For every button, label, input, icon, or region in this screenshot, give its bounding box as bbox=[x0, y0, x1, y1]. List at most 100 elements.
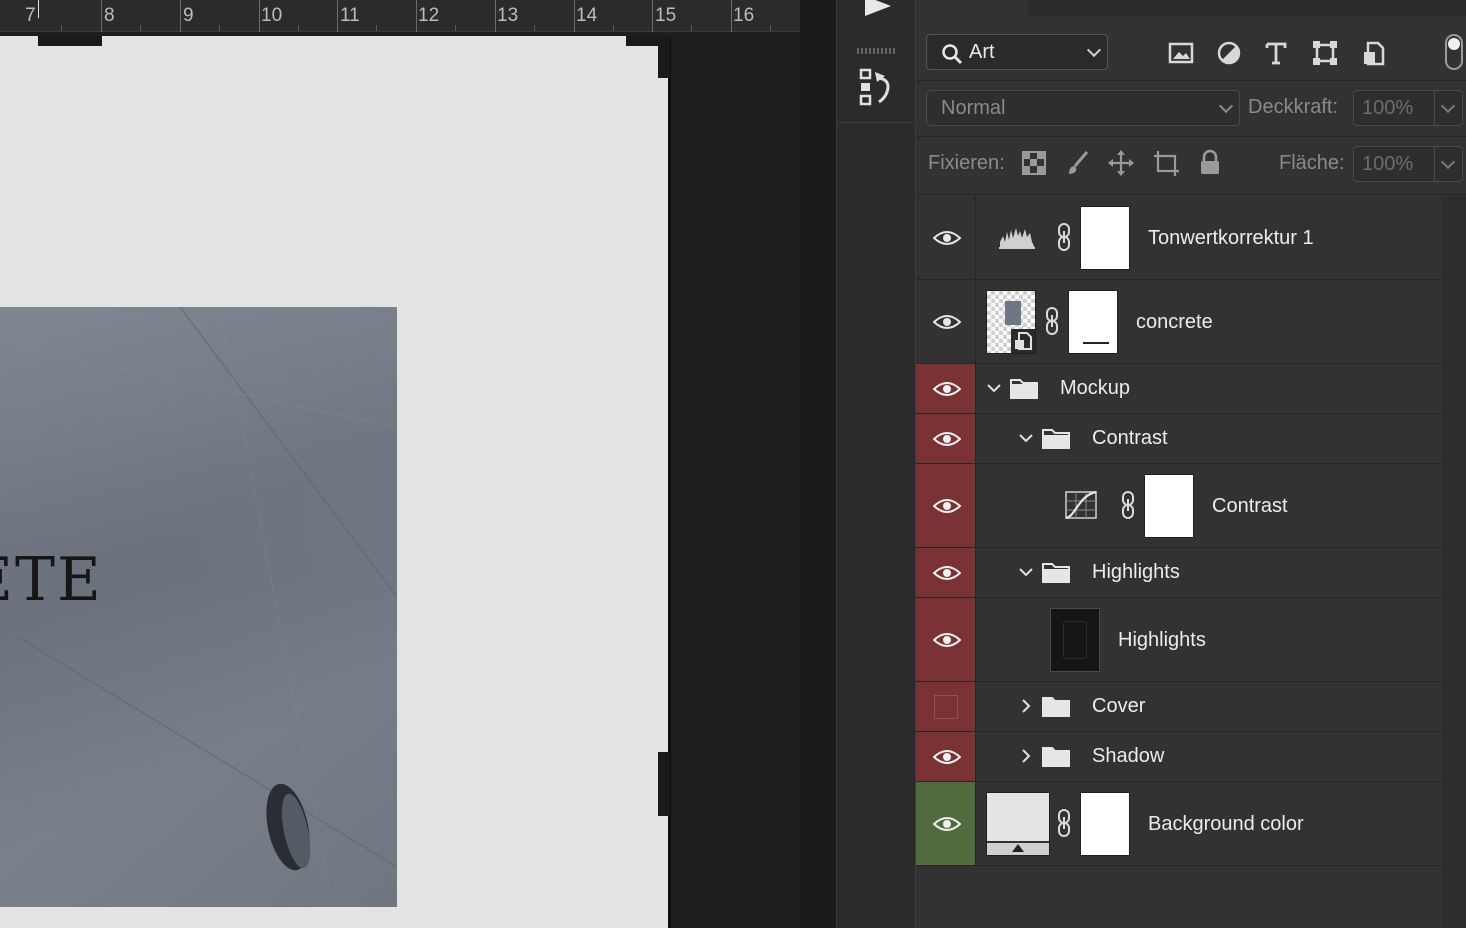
smart-object-thumbnail[interactable] bbox=[986, 290, 1036, 354]
layer-name[interactable]: Highlights bbox=[1092, 561, 1180, 584]
layer-mask-thumbnail[interactable] bbox=[1080, 792, 1130, 856]
transform-handle[interactable] bbox=[38, 36, 102, 46]
lock-all-icon[interactable] bbox=[1195, 148, 1225, 178]
play-icon[interactable] bbox=[861, 0, 893, 22]
divider bbox=[916, 136, 1466, 137]
ruler-tick bbox=[337, 0, 338, 32]
layers-scrollbar[interactable] bbox=[1442, 196, 1466, 928]
layer-group-row[interactable]: Mockup bbox=[916, 364, 1442, 414]
layer-row[interactable]: Contrast bbox=[916, 464, 1442, 548]
fill-dropdown[interactable] bbox=[1435, 146, 1463, 182]
layer-name[interactable]: Shadow bbox=[1092, 745, 1164, 768]
layer-name[interactable]: Cover bbox=[1092, 695, 1145, 718]
link-icon[interactable] bbox=[1043, 306, 1061, 336]
layer-name[interactable]: Contrast bbox=[1092, 427, 1168, 450]
visibility-toggle[interactable] bbox=[916, 598, 976, 681]
tab-layers[interactable] bbox=[916, 0, 1028, 16]
layer-name[interactable]: Highlights bbox=[1118, 629, 1206, 652]
ruler-tick bbox=[259, 0, 260, 32]
visibility-toggle[interactable] bbox=[916, 732, 976, 781]
fill-label: Fläche: bbox=[1279, 152, 1345, 174]
layer-name[interactable]: concrete bbox=[1136, 311, 1213, 334]
layer-group-row[interactable]: Cover bbox=[916, 682, 1442, 732]
visibility-toggle[interactable] bbox=[916, 682, 976, 731]
layer-mask-thumbnail[interactable] bbox=[1080, 206, 1130, 270]
link-icon[interactable] bbox=[1119, 490, 1137, 520]
eye-icon bbox=[933, 382, 961, 396]
type-filter-icon[interactable] bbox=[1261, 38, 1291, 68]
visibility-toggle[interactable] bbox=[916, 548, 976, 597]
ruler-label: 9 bbox=[183, 5, 194, 26]
transform-handle[interactable] bbox=[658, 36, 670, 78]
dock-grip[interactable] bbox=[857, 48, 897, 54]
divider bbox=[916, 194, 1466, 195]
lock-label: Fixieren: bbox=[928, 152, 1005, 174]
layer-group-row[interactable]: Contrast bbox=[916, 414, 1442, 464]
visibility-toggle[interactable] bbox=[916, 782, 976, 865]
layer-row[interactable]: Highlights bbox=[916, 598, 1442, 682]
chevron-down-icon[interactable] bbox=[1018, 564, 1034, 580]
eye-icon bbox=[933, 817, 961, 831]
layer-name[interactable]: Mockup bbox=[1060, 377, 1130, 400]
layer-thumbnail[interactable] bbox=[1050, 608, 1100, 672]
visibility-toggle[interactable] bbox=[916, 464, 976, 547]
panel-tab-bar bbox=[916, 0, 1466, 16]
filter-kind-select[interactable]: Art bbox=[926, 34, 1108, 70]
smart-object-badge-icon bbox=[1011, 329, 1035, 353]
ruler-tick bbox=[652, 0, 653, 32]
folder-icon bbox=[1042, 697, 1070, 717]
link-icon[interactable] bbox=[1055, 222, 1073, 252]
layer-name[interactable]: Contrast bbox=[1212, 495, 1288, 518]
layer-row[interactable]: concrete bbox=[916, 280, 1442, 364]
layer-mask-thumbnail[interactable] bbox=[1068, 290, 1118, 354]
layer-row[interactable]: Tonwertkorrektur 1 bbox=[916, 196, 1442, 280]
image-filter-icon[interactable] bbox=[1166, 38, 1196, 68]
opacity-input[interactable]: 100% bbox=[1353, 90, 1435, 126]
layer-name[interactable]: Tonwertkorrektur 1 bbox=[1148, 227, 1314, 250]
history-icon[interactable] bbox=[857, 66, 897, 110]
lock-image-pixels-icon[interactable] bbox=[1063, 148, 1093, 178]
visibility-toggle[interactable] bbox=[916, 280, 976, 363]
ruler-minor-tick bbox=[219, 25, 220, 31]
search-icon bbox=[942, 44, 963, 65]
ruler-label: 10 bbox=[261, 5, 283, 26]
layer-group-row[interactable]: Shadow bbox=[916, 732, 1442, 782]
adjustment-filter-icon[interactable] bbox=[1214, 38, 1244, 68]
ruler-label: 7 bbox=[25, 5, 36, 26]
filter-toggle-switch[interactable] bbox=[1445, 34, 1463, 70]
hidden-visibility-box bbox=[934, 695, 958, 719]
lock-artboard-icon[interactable] bbox=[1151, 148, 1181, 178]
layer-row[interactable]: Background color bbox=[916, 782, 1442, 866]
visibility-toggle[interactable] bbox=[916, 196, 976, 279]
visibility-toggle[interactable] bbox=[916, 364, 976, 413]
shape-filter-icon[interactable] bbox=[1310, 38, 1340, 68]
visibility-toggle[interactable] bbox=[916, 414, 976, 463]
ruler-tick bbox=[416, 0, 417, 32]
ruler-minor-tick bbox=[534, 25, 535, 31]
lock-position-icon[interactable] bbox=[1106, 148, 1136, 178]
folder-icon bbox=[1042, 563, 1070, 583]
chevron-right-icon[interactable] bbox=[1018, 748, 1034, 764]
layer-mask-thumbnail[interactable] bbox=[1144, 474, 1194, 538]
link-icon[interactable] bbox=[1055, 808, 1073, 838]
transform-handle[interactable] bbox=[658, 752, 670, 816]
canvas-area[interactable]: 7 8 9 10 11 12 13 14 15 16 TE bbox=[0, 0, 800, 928]
opacity-dropdown[interactable] bbox=[1435, 90, 1463, 126]
chevron-down-icon bbox=[1218, 98, 1234, 114]
blend-mode-select[interactable]: Normal bbox=[926, 90, 1240, 126]
opacity-value: 100% bbox=[1362, 97, 1414, 119]
chevron-down-icon[interactable] bbox=[1018, 430, 1034, 446]
chevron-right-icon[interactable] bbox=[1018, 698, 1034, 714]
ruler-minor-tick bbox=[376, 25, 377, 31]
chevron-down-icon[interactable] bbox=[986, 380, 1002, 396]
layer-group-row[interactable]: Highlights bbox=[916, 548, 1442, 598]
fill-input[interactable]: 100% bbox=[1353, 146, 1435, 182]
eye-icon bbox=[933, 432, 961, 446]
smart-object-filter-icon[interactable] bbox=[1359, 38, 1389, 68]
fill-layer-thumbnail[interactable] bbox=[986, 792, 1050, 856]
mask-mark bbox=[1083, 342, 1109, 344]
ruler-label: 8 bbox=[104, 5, 115, 26]
horizontal-ruler[interactable]: 7 8 9 10 11 12 13 14 15 16 bbox=[0, 0, 800, 32]
layer-name[interactable]: Background color bbox=[1148, 813, 1304, 836]
lock-transparent-pixels-icon[interactable] bbox=[1019, 148, 1049, 178]
